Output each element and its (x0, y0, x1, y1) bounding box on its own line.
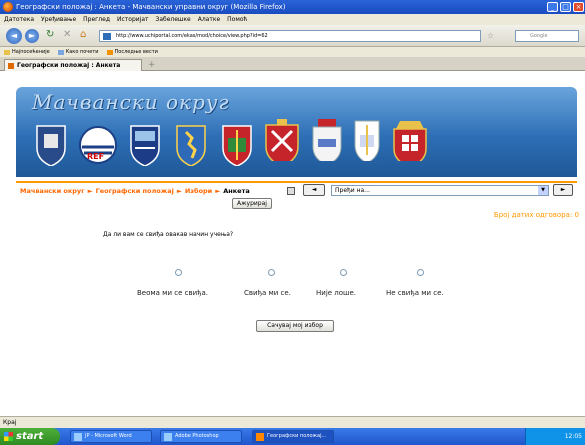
minimize-button[interactable]: _ (547, 2, 558, 12)
coat-of-arms-6-icon (265, 119, 299, 161)
home-icon[interactable]: ⌂ (80, 29, 86, 40)
menu-edit[interactable]: Уређивање (41, 16, 76, 23)
menu-bar: Датотека Уређивање Преглед Историјат Заб… (0, 14, 585, 25)
coat-of-arms-1-icon (36, 125, 66, 166)
bookmark-getting-started[interactable]: Како почети (57, 49, 99, 55)
radio-option-1[interactable] (175, 269, 182, 276)
start-label: start (16, 431, 44, 442)
menu-bookmarks[interactable]: Забелешке (155, 16, 190, 23)
maximize-button[interactable]: □ (560, 2, 571, 12)
breadcrumb-separator: ► (215, 186, 221, 195)
radio-option-2[interactable] (268, 269, 275, 276)
tab-label: Географски положај : Анкета (17, 62, 121, 69)
breadcrumb-item[interactable]: Избори (185, 187, 212, 195)
menu-history[interactable]: Историјат (117, 16, 149, 23)
option-label-4: Не свиђа ми се. (386, 289, 444, 297)
task-label: Географски положај... (267, 433, 327, 439)
menu-view[interactable]: Преглед (83, 16, 110, 23)
breadcrumb-separator: ► (176, 186, 182, 195)
option-label-1: Веома ми се свиђа. (137, 289, 209, 297)
coat-of-arms-4-icon (176, 125, 206, 166)
jump-to-select[interactable]: Пређи на... ▼ (331, 185, 549, 196)
menu-help[interactable]: Помоћ (227, 16, 247, 23)
coat-of-arms-8-icon (354, 120, 380, 161)
back-icon[interactable]: ◄ (6, 28, 22, 44)
status-text: Крај (3, 419, 17, 426)
coat-of-arms-2-icon: REF (79, 126, 117, 164)
start-button[interactable]: start (0, 428, 60, 445)
firefox-icon (256, 433, 264, 441)
url-input[interactable]: http://www.uchiportal.com/ekas/mod/choic… (99, 30, 481, 42)
clock: 12:05 (564, 433, 582, 440)
update-button[interactable]: Ажурирај (232, 198, 272, 209)
next-activity-button[interactable]: ► (553, 184, 573, 196)
bookmark-star-icon[interactable]: ☆ (487, 31, 494, 40)
word-icon (74, 433, 82, 441)
jump-to-value: Пређи на... (335, 187, 370, 194)
banner-title: Мачвански округ (32, 90, 230, 114)
title-bar: Географски положај : Анкета - Мачвански … (0, 0, 585, 14)
option-label-3: Није лоше. (316, 289, 356, 297)
breadcrumb-separator: ► (87, 186, 93, 195)
radio-option-3[interactable] (340, 269, 347, 276)
bookmark-latest-news[interactable]: Последње вести (106, 49, 158, 55)
coat-of-arms-9-icon (393, 121, 427, 161)
new-tab-button[interactable]: + (148, 60, 156, 70)
menu-tools[interactable]: Алатке (198, 16, 220, 23)
option-label-2: Свиђа ми се. (244, 289, 291, 297)
task-label: JP - Microsoft Word (85, 433, 132, 439)
coat-of-arms-5-icon (222, 125, 252, 166)
rss-icon (106, 49, 113, 55)
tab-bar: Географски положај : Анкета + (0, 57, 585, 71)
save-choice-button[interactable]: Сачувај мој избор (256, 320, 334, 332)
stop-icon[interactable]: ✕ (63, 29, 71, 40)
photoshop-icon (164, 433, 172, 441)
site-favicon (103, 33, 111, 40)
radio-option-4[interactable] (417, 269, 424, 276)
folder-icon (4, 49, 10, 55)
system-tray: 12:05 (525, 428, 585, 445)
prev-activity-button[interactable]: ◄ (303, 184, 325, 196)
window-title: Географски положај : Анкета - Мачвански … (16, 3, 286, 11)
bookmarks-toolbar: Најпосећеније Како почети Последње вести (0, 47, 585, 57)
breadcrumb-item[interactable]: Мачвански округ (20, 187, 85, 195)
navigation-toolbar: ◄ ► ↻ ✕ ⌂ http://www.uchiportal.com/ekas… (0, 25, 585, 47)
close-button[interactable]: × (573, 2, 584, 12)
search-input[interactable]: Google (515, 30, 579, 42)
tab-favicon (8, 63, 14, 69)
tab-choice[interactable]: Географски положај : Анкета (4, 59, 142, 71)
status-bar: Крај (0, 416, 585, 428)
report-icon[interactable] (287, 187, 295, 195)
task-label: Adobe Photoshop (175, 433, 219, 439)
reload-icon[interactable]: ↻ (46, 29, 54, 40)
taskbar-photoshop[interactable]: Adobe Photoshop (160, 430, 242, 443)
firefox-icon (3, 2, 13, 12)
coat-of-arms-3-icon (130, 125, 160, 166)
choice-question: Да ли вам се свиђа овакав начин учења? (103, 231, 234, 238)
page-icon (57, 49, 64, 55)
taskbar-firefox[interactable]: Географски положај... (252, 430, 334, 443)
svg-text:REF: REF (87, 152, 104, 161)
search-placeholder: Google (530, 33, 548, 39)
breadcrumb-item[interactable]: Географски положај (96, 187, 174, 195)
url-text: http://www.uchiportal.com/ekas/mod/choic… (116, 33, 268, 39)
responses-count-link[interactable]: Број датих одговора: 0 (494, 211, 579, 219)
coat-of-arms-7-icon (312, 119, 342, 161)
breadcrumb-current: Анкета (223, 186, 250, 195)
windows-logo-icon (4, 432, 13, 441)
page-content: Мачвански округ REF Мачвански округ ► Ге… (0, 71, 585, 416)
taskbar-word[interactable]: JP - Microsoft Word (70, 430, 152, 443)
chevron-down-icon: ▼ (538, 186, 548, 195)
site-banner: Мачвански округ REF (16, 87, 577, 177)
menu-file[interactable]: Датотека (4, 16, 34, 23)
bookmark-most-visited[interactable]: Најпосећеније (4, 49, 50, 55)
forward-icon[interactable]: ► (25, 29, 39, 43)
